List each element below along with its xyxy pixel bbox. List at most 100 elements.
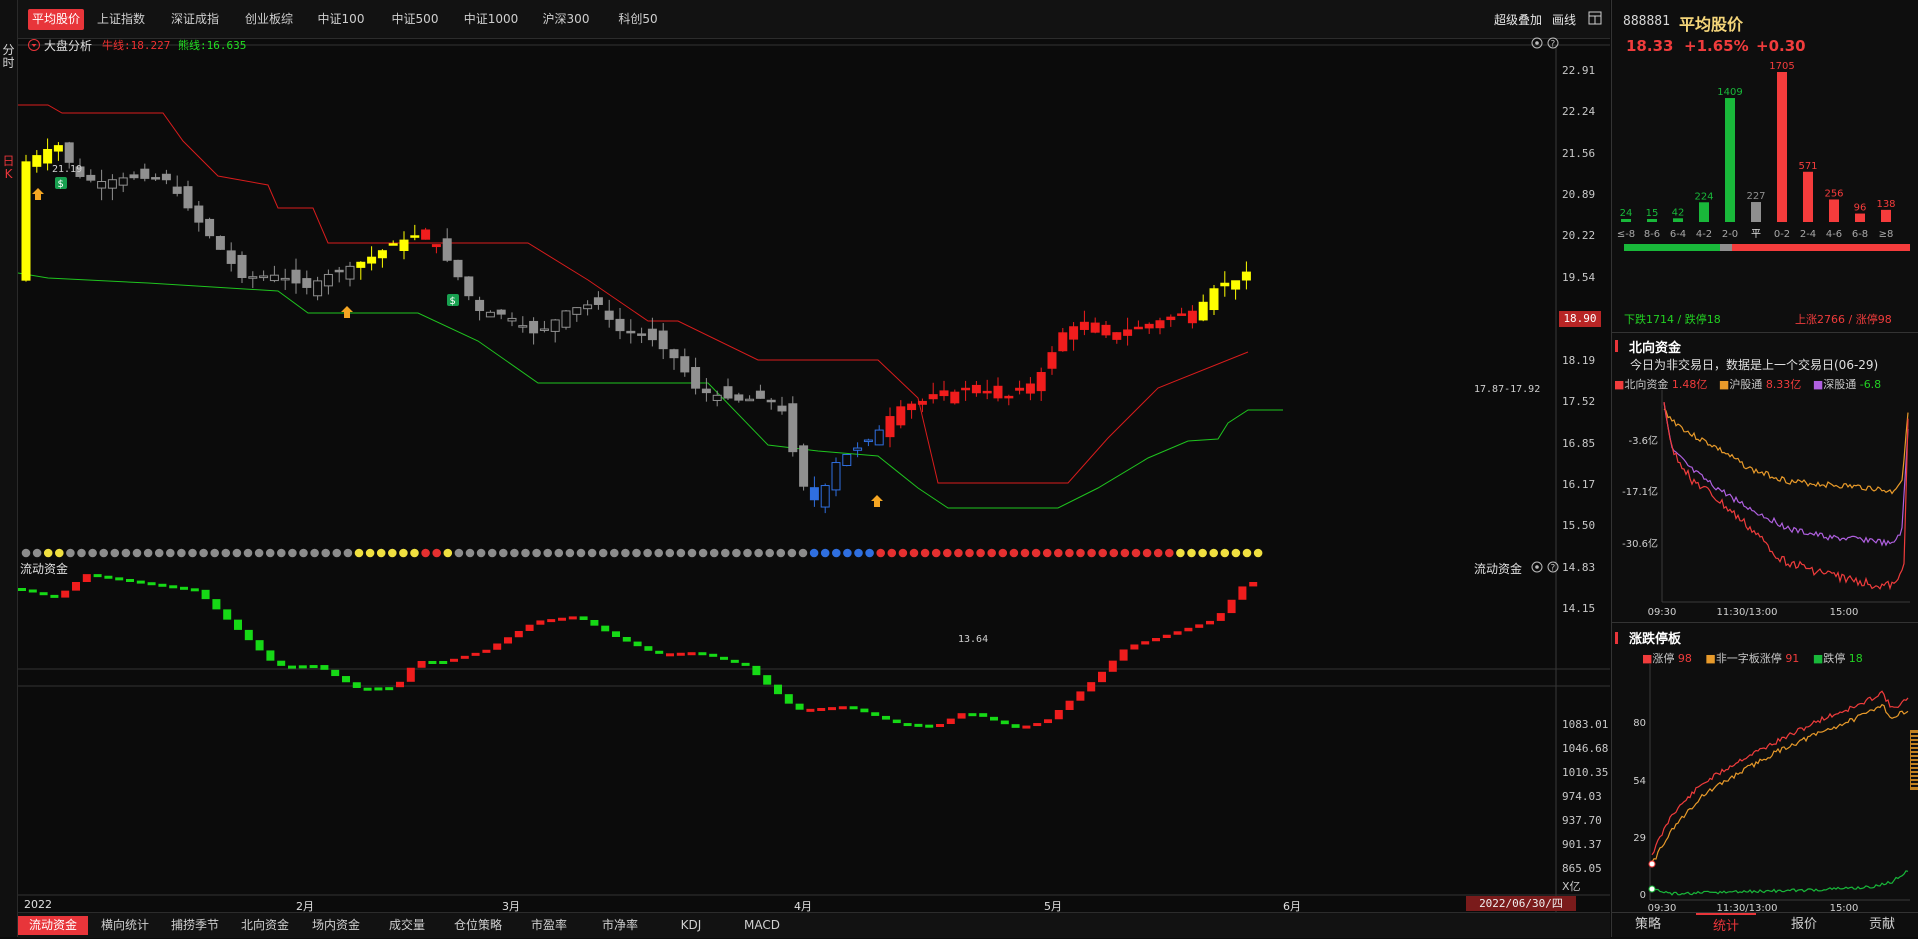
price-axis-label: 14.15 xyxy=(1562,602,1596,615)
flow-bar xyxy=(61,590,70,598)
tab-shenzhen-index[interactable]: 深证成指 xyxy=(164,9,226,30)
date-cursor-label: 2022/06/30/四 xyxy=(1466,896,1576,911)
limit-up-line xyxy=(1651,690,1909,856)
signal-dot xyxy=(887,548,897,558)
distribution-value: 15 xyxy=(1646,208,1659,219)
signal-dot xyxy=(32,548,42,558)
flow-chart-title-right: 流动资金 xyxy=(1474,562,1523,576)
flow-bar xyxy=(730,659,739,663)
signal-dot xyxy=(399,548,408,558)
flow-bar xyxy=(547,619,556,623)
minute-period-button[interactable]: 分时 xyxy=(2,44,15,70)
layout-grid-icon[interactable] xyxy=(1588,11,1602,25)
flow-bar xyxy=(1173,631,1182,635)
up-count-text: 上涨2766 / 涨停98 xyxy=(1795,313,1892,326)
limit-axis-label: 0 xyxy=(1640,890,1646,901)
candle xyxy=(151,177,161,180)
flow-header-controls: ? xyxy=(1531,561,1559,574)
tab-star50[interactable]: 科创50 xyxy=(610,9,666,30)
price-axis-label: 16.85 xyxy=(1562,437,1596,450)
tab-northbound[interactable]: 北向资金 xyxy=(232,916,298,935)
index-code: 888881 xyxy=(1623,14,1670,29)
flow-bar xyxy=(774,684,782,695)
bear-line-value: 熊线:16.635 xyxy=(178,39,247,52)
tab-kdj[interactable]: KDJ xyxy=(658,916,724,935)
tab-csi100[interactable]: 中证100 xyxy=(312,9,370,30)
kline-svg[interactable]: $$ xyxy=(18,38,1610,913)
flow-bar xyxy=(352,682,361,688)
tab-position-strategy[interactable]: 仓位策略 xyxy=(445,916,511,935)
tab-csi500[interactable]: 中证500 xyxy=(386,9,444,30)
price-axis-label: 20.22 xyxy=(1562,229,1596,242)
limit-axis-label: 09:30 xyxy=(1648,903,1677,912)
scroll-handle[interactable] xyxy=(1910,730,1918,790)
flow-bar xyxy=(698,652,707,656)
settings-icon[interactable] xyxy=(1531,37,1543,49)
rise-fall-distribution-chart: 24 ≤-8 15 8-6 42 6-4 224 4-2 1409 2-0 227 平 1705 0-2 5… xyxy=(1617,61,1910,251)
super-overlay-button[interactable]: 超级叠加 xyxy=(1494,11,1542,28)
flow-axis-label: 901.37 xyxy=(1562,838,1602,851)
draw-line-button[interactable]: 画线 xyxy=(1552,11,1576,28)
limit-down-line xyxy=(1651,870,1909,896)
tab-onfloor-capital[interactable]: 场内资金 xyxy=(303,916,369,935)
candle xyxy=(809,487,819,501)
day-k-period-button[interactable]: 日K xyxy=(2,155,15,181)
flow-bar xyxy=(676,652,685,656)
distribution-bar xyxy=(1881,209,1891,222)
candle xyxy=(604,310,614,320)
tab-average-price[interactable]: 平均股价 xyxy=(28,9,84,30)
tab-shanghai-index[interactable]: 上证指数 xyxy=(90,9,152,30)
tab-fishing-season[interactable]: 捕捞季节 xyxy=(162,916,228,935)
flow-axis-label: 937.70 xyxy=(1562,814,1602,827)
tab-chinext-index[interactable]: 创业板综 xyxy=(238,9,300,30)
tab-contribution[interactable]: 贡献 xyxy=(1852,913,1912,937)
flow-bar xyxy=(190,588,199,592)
shenzhen-connect-line xyxy=(1663,402,1909,547)
candle xyxy=(237,254,247,278)
flow-bar xyxy=(568,616,577,620)
flow-bar xyxy=(234,619,242,630)
northbound-intraday-chart[interactable]: -3.6亿 -17.1亿 -30.6亿 09:30 11:30/13:00 15:00 xyxy=(1612,390,1918,620)
signal-dot xyxy=(88,548,97,558)
dropdown-circle-icon[interactable] xyxy=(27,38,41,52)
flow-bar xyxy=(169,585,178,589)
help-icon[interactable]: ? xyxy=(1547,37,1559,50)
tab-macd[interactable]: MACD xyxy=(729,916,795,935)
flow-bar xyxy=(990,716,998,721)
tab-pb-ratio[interactable]: 市净率 xyxy=(587,916,653,935)
tab-horizontal-stats[interactable]: 横向统计 xyxy=(92,916,158,935)
signal-dot xyxy=(121,548,131,558)
flow-bar xyxy=(860,708,869,713)
tab-volume[interactable]: 成交量 xyxy=(374,916,440,935)
signal-dot xyxy=(521,548,530,558)
flow-bar xyxy=(309,665,318,669)
tab-pe-ratio[interactable]: 市盈率 xyxy=(516,916,582,935)
candle xyxy=(226,250,236,264)
settings-icon[interactable] xyxy=(1531,561,1543,573)
signal-dot xyxy=(465,548,475,558)
candle xyxy=(529,320,539,334)
flow-bar xyxy=(482,649,491,653)
chart-title[interactable]: 大盘分析 xyxy=(44,37,92,54)
price-axis-label: 22.91 xyxy=(1562,64,1596,77)
tab-quote[interactable]: 报价 xyxy=(1774,913,1834,937)
tab-csi1000[interactable]: 中证1000 xyxy=(458,9,524,30)
candle xyxy=(140,168,150,179)
limit-intraday-chart[interactable]: 80 54 29 009:30 11:30/13:00 15:00 xyxy=(1612,664,1918,912)
flow-axis-label: 1010.35 xyxy=(1562,766,1609,779)
flow-bar xyxy=(331,669,340,677)
candle xyxy=(129,174,139,179)
signal-dot xyxy=(621,548,630,558)
candle xyxy=(583,304,593,310)
flow-bar xyxy=(903,723,912,727)
tab-strategy[interactable]: 策略 xyxy=(1618,913,1678,937)
distribution-value: 1409 xyxy=(1717,87,1742,98)
flow-unit-label: X亿 xyxy=(1562,880,1581,893)
candle xyxy=(518,325,528,328)
tab-flow-capital[interactable]: 流动资金 xyxy=(18,916,88,935)
help-icon[interactable]: ? xyxy=(1547,561,1559,574)
tab-hs300[interactable]: 沪深300 xyxy=(536,9,596,30)
candle xyxy=(917,400,927,405)
tab-statistics[interactable]: 统计 xyxy=(1696,913,1756,939)
right-panel: 888881 平均股价 18.33 +1.65% +0.30 24 ≤-8 15 8-… xyxy=(1611,0,1918,937)
